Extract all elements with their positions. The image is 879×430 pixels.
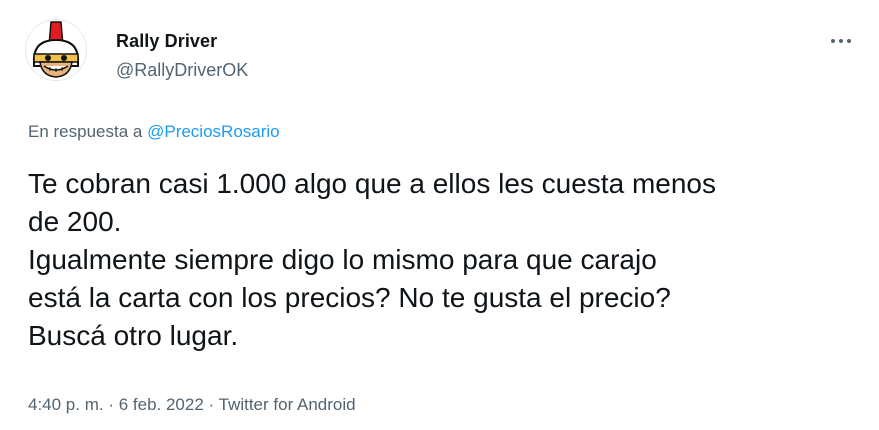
helmet-avatar-icon <box>26 20 86 80</box>
tweet-time[interactable]: 4:40 p. m. <box>28 395 104 414</box>
meta-separator: · <box>103 395 119 414</box>
tweet-metadata: 4:40 p. m. · 6 feb. 2022 · Twitter for A… <box>28 395 356 415</box>
more-horizontal-icon <box>831 39 835 43</box>
more-horizontal-icon-dot <box>839 39 843 43</box>
tweet-card: Rally Driver @RallyDriverOK En respuesta… <box>0 0 879 430</box>
author-name[interactable]: Rally Driver <box>116 31 217 52</box>
more-horizontal-icon-dot <box>847 39 851 43</box>
tweet-date[interactable]: 6 feb. 2022 <box>119 395 204 414</box>
more-options-button[interactable] <box>824 26 858 56</box>
tweet-text: Te cobran casi 1.000 algo que a ellos le… <box>28 168 716 351</box>
reply-prefix: En respuesta a <box>28 122 143 141</box>
meta-separator: · <box>203 395 219 414</box>
reply-mention-link[interactable]: @PreciosRosario <box>147 122 280 141</box>
avatar[interactable] <box>26 20 86 80</box>
author-handle[interactable]: @RallyDriverOK <box>116 60 248 81</box>
tweet-source[interactable]: Twitter for Android <box>219 395 356 414</box>
reply-context: En respuesta a @PreciosRosario <box>28 122 280 142</box>
